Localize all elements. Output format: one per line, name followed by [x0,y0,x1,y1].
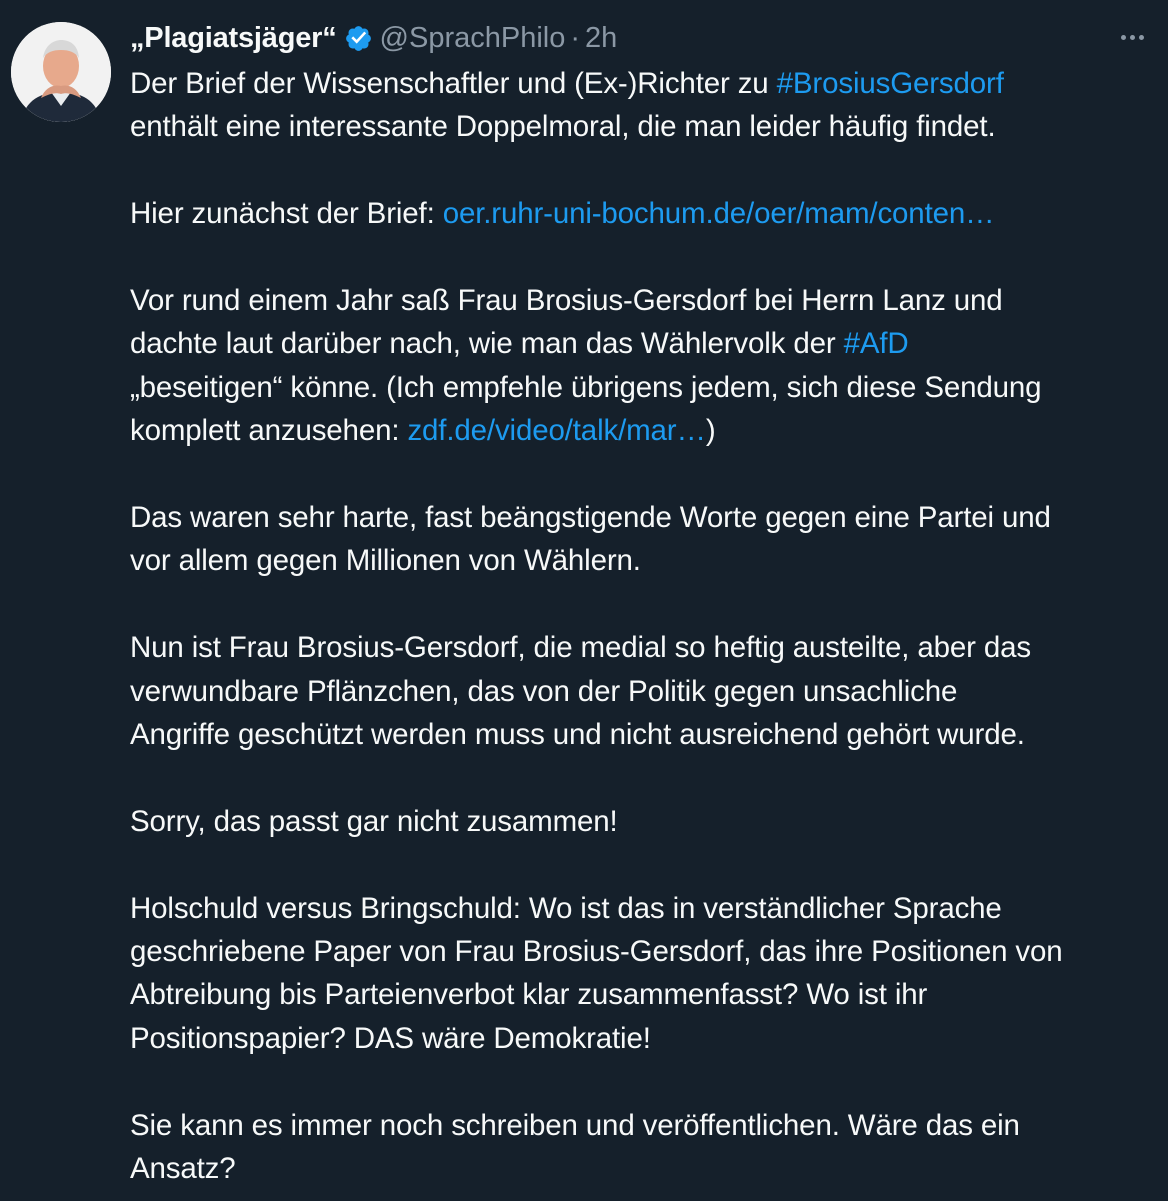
tweet-paragraph: Der Brief der Wissenschaftler und (Ex-)R… [130,67,1004,144]
author-display-name[interactable]: „Plagiatsjäger“ [130,22,337,55]
tweet-paragraph: Sie kann es immer noch schreiben und ver… [130,1108,1020,1186]
header-separator: · [570,21,581,54]
more-options-icon[interactable] [1114,22,1150,52]
tweet-text: Der Brief der Wissenschaftler und (Ex-)R… [130,62,1160,1190]
author-avatar[interactable] [11,22,111,122]
author-handle[interactable]: @SprachPhilo [380,22,566,55]
verified-badge-icon[interactable] [344,24,373,53]
tweet-paragraph: Vor rund einem Jahr saß Frau Brosius-Ger… [130,284,1042,448]
tweet-paragraph: Holschuld versus Bringschuld: Wo ist das… [130,891,1063,1055]
tweet-header: „Plagiatsjäger“ @SprachPhilo · 2h [130,18,617,58]
url-link[interactable]: zdf.de/video/talk/mar… [407,414,706,447]
tweet-paragraph: Sorry, das passt gar nicht zusammen! [130,804,618,838]
tweet-paragraph: Das waren sehr harte, fast beängstigende… [130,501,1051,578]
hashtag-link[interactable]: #AfD [844,327,909,360]
user-avatar-icon [11,22,111,122]
tweet-paragraph: Nun ist Frau Brosius-Gersdorf, die media… [130,631,1031,752]
url-link[interactable]: oer.ruhr-uni-bochum.de/oer/mam/conten… [443,197,995,230]
tweet-paragraph: Hier zunächst der Brief: oer.ruhr-uni-bo… [130,197,995,231]
hashtag-link[interactable]: #BrosiusGersdorf [777,67,1004,100]
tweet-timestamp[interactable]: 2h [585,22,617,55]
